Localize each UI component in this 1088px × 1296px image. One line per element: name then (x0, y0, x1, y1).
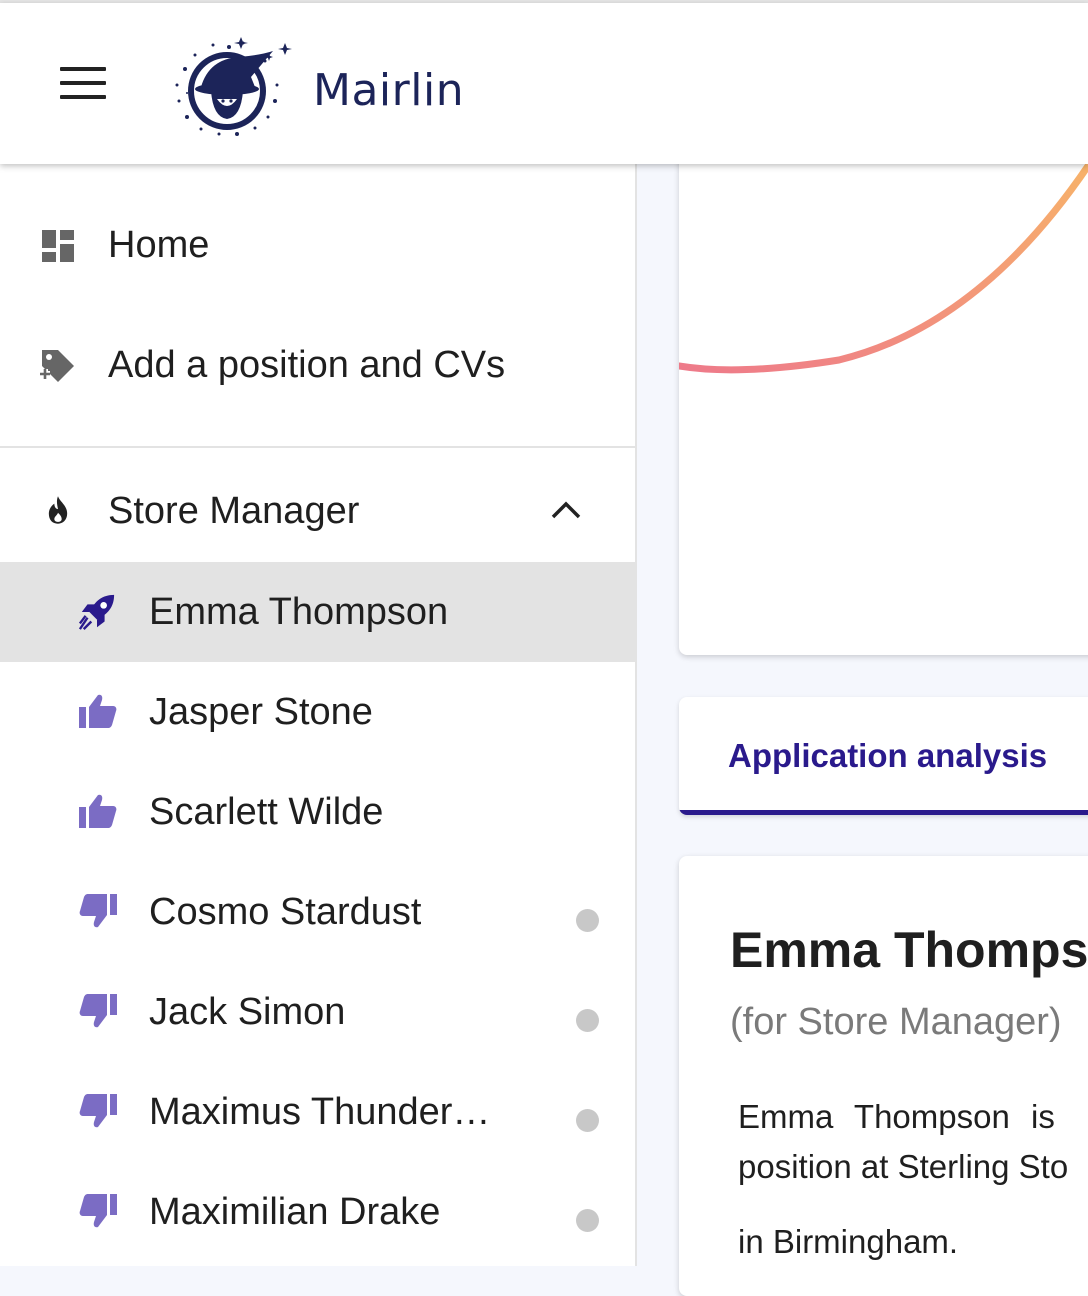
sidebar-divider (0, 446, 635, 448)
candidate-name: Maximilian Drake (149, 1191, 441, 1233)
sidebar-item-add-position[interactable]: Add a position and CVs (0, 306, 635, 426)
sidebar-item-home[interactable]: Home (0, 186, 635, 306)
unread-dot (576, 1009, 599, 1032)
hamburger-icon (60, 67, 106, 71)
candidate-name: Jasper Stone (149, 691, 373, 733)
candidate-item[interactable]: Jasper Stone (0, 662, 635, 762)
dashboard-icon (42, 230, 74, 262)
candidate-item[interactable]: Maximus Thunder… (0, 1062, 635, 1162)
position-label: Store Manager (108, 490, 360, 532)
score-arc (679, 162, 1088, 374)
candidate-item[interactable]: Scarlett Wilde (0, 762, 635, 862)
candidate-name: Emma Thompson (149, 591, 449, 633)
sidebar: Home Add a position and CVs Store Manage… (0, 164, 637, 1266)
unread-dot (576, 1109, 599, 1132)
candidate-analysis-card: Emma Thomps (for Store Manager) Emma Tho… (679, 856, 1088, 1296)
candidate-position-subtitle: (for Store Manager) (730, 1001, 1062, 1043)
summary-line: position at Sterling Sto (738, 1148, 1069, 1185)
active-tab-indicator (679, 810, 1088, 815)
summary-line: Emma Thompson is (738, 1098, 1055, 1135)
unread-dot (576, 1209, 599, 1232)
thumbs-down-icon (79, 894, 117, 928)
position-group-header[interactable]: Store Manager (0, 462, 635, 562)
tag-plus-icon (40, 350, 74, 382)
fire-icon (48, 496, 68, 524)
tab-application-analysis[interactable]: Application analysis (728, 737, 1047, 775)
menu-button[interactable] (52, 63, 114, 107)
tabs-bar: Application analysis (679, 697, 1088, 815)
sidebar-item-label: Home (108, 224, 210, 266)
thumbs-down-icon (79, 994, 117, 1028)
candidate-name: Jack Simon (149, 991, 346, 1033)
chevron-up-icon[interactable] (550, 500, 582, 520)
candidate-item[interactable]: Jack Simon (0, 962, 635, 1062)
candidate-summary: Emma Thompson is position at Sterling St… (738, 1092, 1088, 1267)
thumbs-up-icon (79, 794, 117, 828)
candidate-name: Scarlett Wilde (149, 791, 384, 833)
unread-dot (576, 909, 599, 932)
candidate-item[interactable]: Maximilian Drake (0, 1162, 635, 1262)
thumbs-down-icon (79, 1094, 117, 1128)
candidate-item[interactable]: Cosmo Stardust (0, 862, 635, 962)
thumbs-up-icon (79, 694, 117, 728)
candidate-name: Cosmo Stardust (149, 891, 422, 933)
summary-line: in Birmingham. (738, 1223, 959, 1260)
candidate-name: Maximus Thunder… (149, 1091, 491, 1133)
score-chart-card (679, 150, 1088, 655)
rocket-icon (78, 594, 115, 630)
sidebar-item-label: Add a position and CVs (108, 344, 506, 386)
wizard-logo-icon[interactable] (165, 33, 293, 139)
app-bar: Mairlin (0, 3, 1088, 164)
hamburger-icon-bar (60, 95, 106, 99)
brand-name: Mairlin (313, 65, 465, 116)
hamburger-icon-bar (60, 81, 106, 85)
candidate-item[interactable]: Emma Thompson (0, 562, 635, 662)
thumbs-down-icon (79, 1194, 117, 1228)
candidate-title: Emma Thomps (730, 922, 1088, 978)
